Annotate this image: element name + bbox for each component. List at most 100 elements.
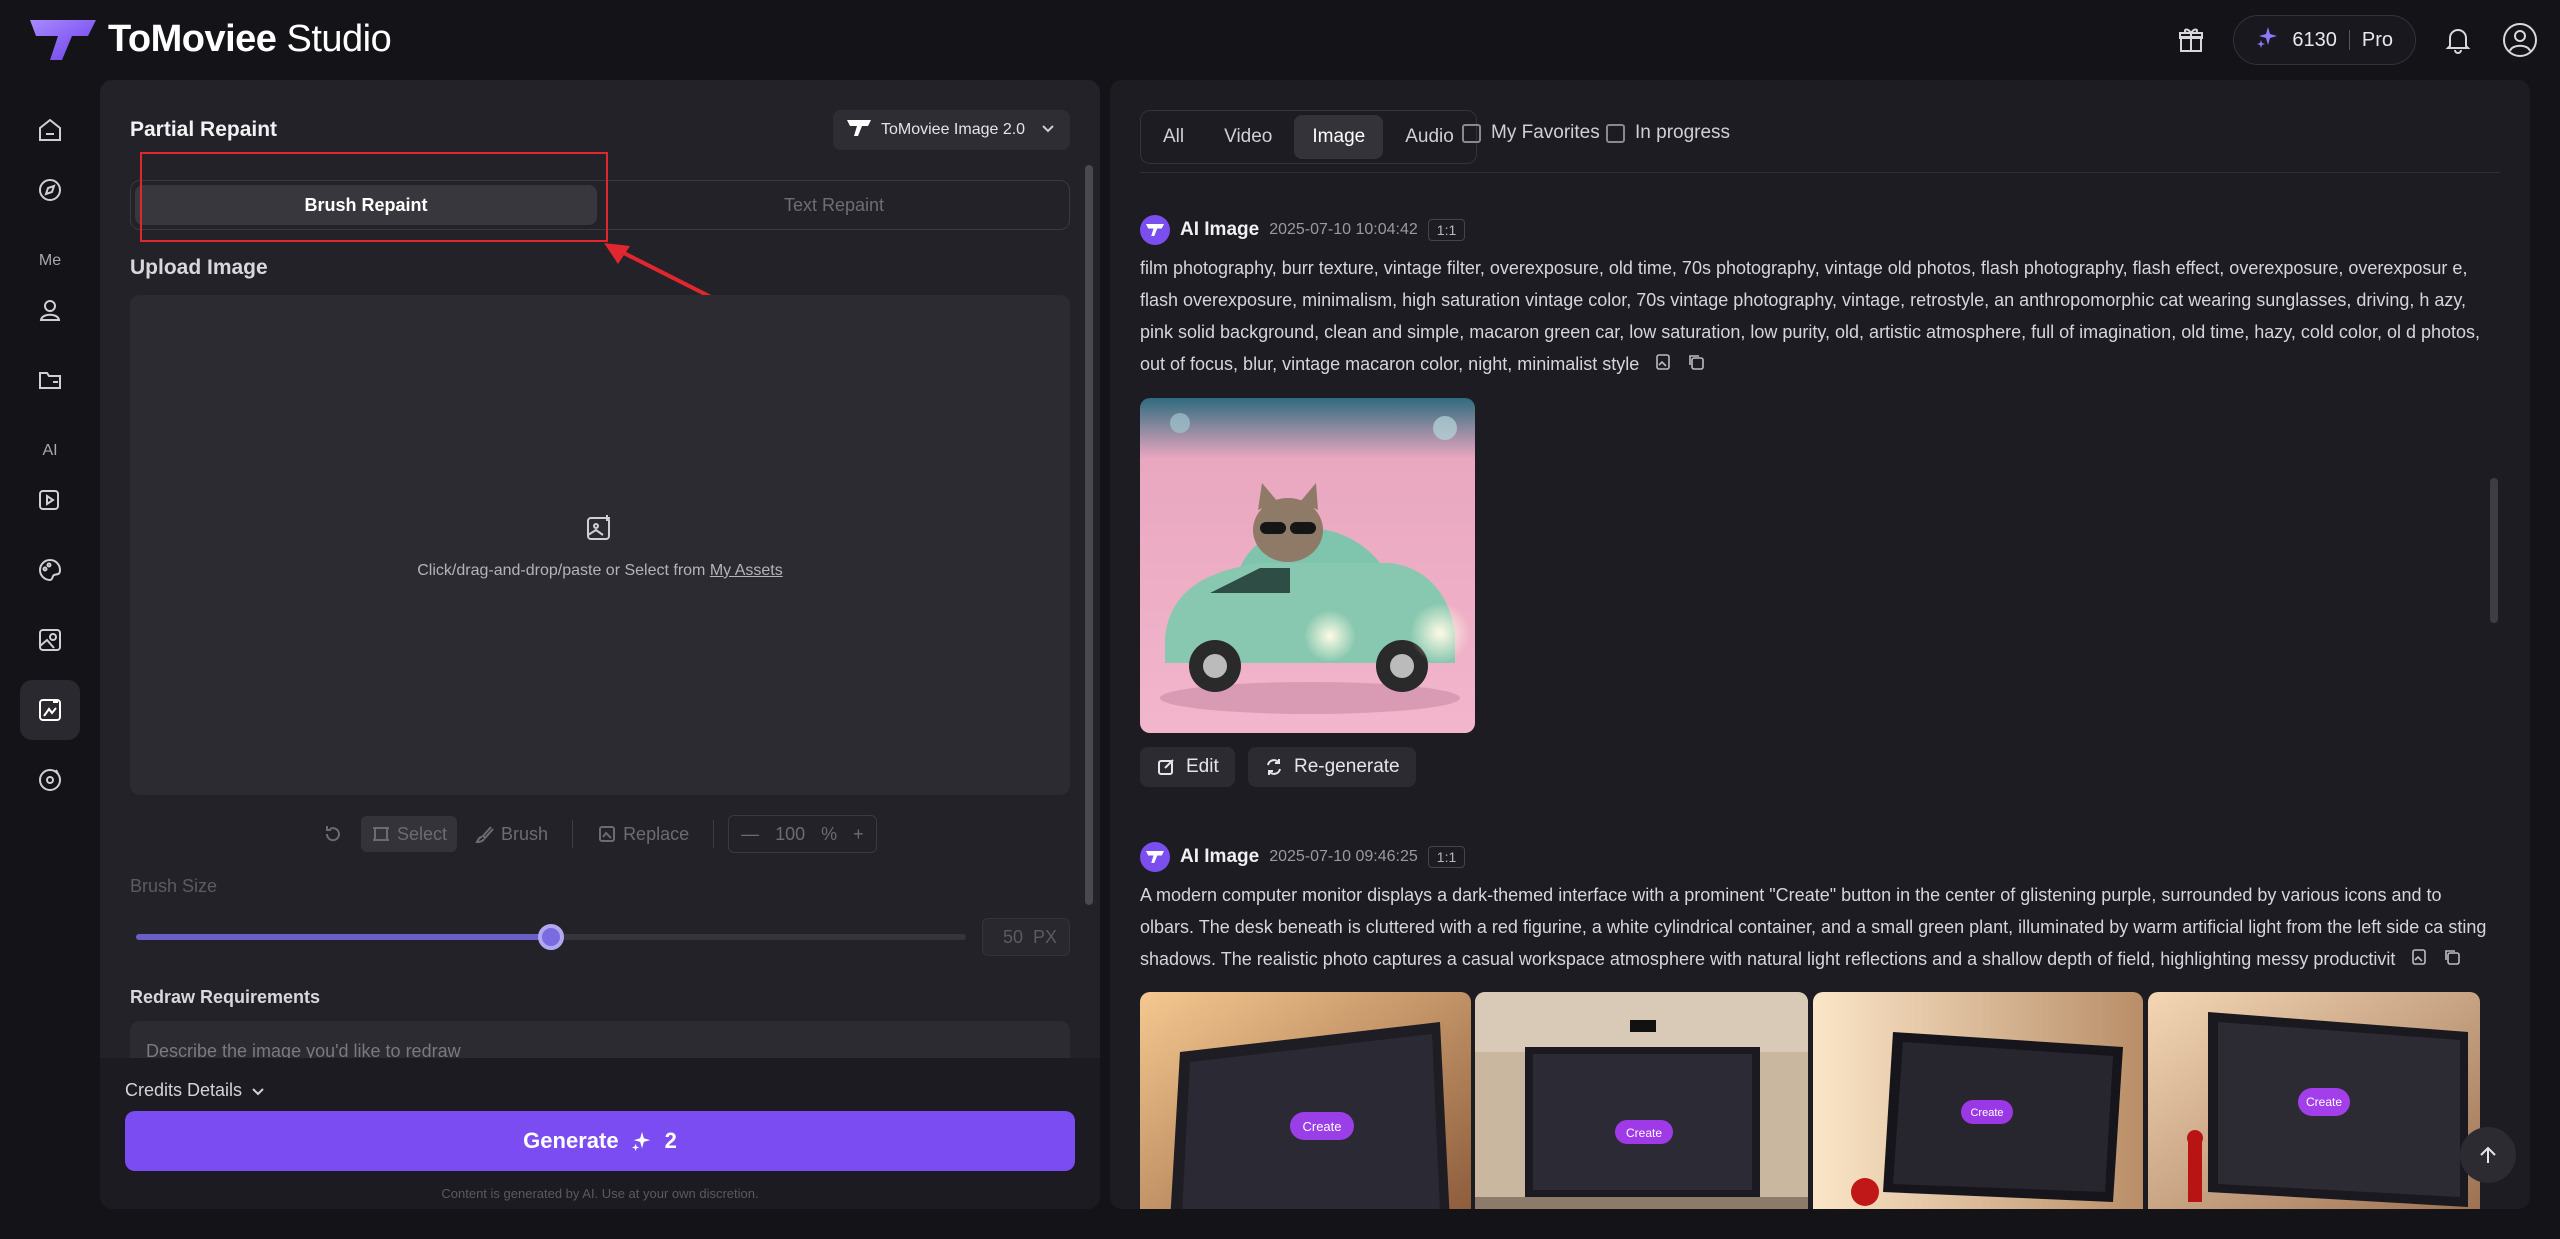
tab-video[interactable]: Video [1206,115,1290,159]
in-progress-checkbox[interactable]: In progress [1606,122,1730,144]
generated-image-monitor-2[interactable]: Create [1475,992,1808,1209]
model-name: ToMoviee Image 2.0 [881,121,1026,138]
generated-image-monitor-3[interactable]: Create [1813,992,2143,1209]
bell-icon[interactable] [2438,20,2478,60]
nav-profile-icon[interactable] [20,280,80,340]
app-name: ToMoviee Studio [108,17,392,60]
model-icon [847,119,871,141]
select-tool-button[interactable]: Select [361,816,458,852]
upload-image-label: Upload Image [130,256,268,279]
brush-size-label: Brush Size [130,876,218,896]
sparkle-icon [631,1131,650,1152]
add-image-icon [585,513,615,548]
zoom-in-icon[interactable]: + [853,824,864,845]
create-button-text: Create [1970,1107,2003,1119]
divider [1140,172,2500,173]
entry-timestamp: 2025-07-10 09:46:25 [1269,848,1418,865]
refresh-icon [1267,759,1281,775]
brush-size-slider[interactable] [136,924,966,950]
nav-video-icon[interactable] [20,470,80,530]
app-logo[interactable]: ToMoviee Studio [28,16,392,62]
credits-pill[interactable]: 6130 Pro [2233,15,2416,65]
copy-icon[interactable] [2443,944,2461,976]
nav-repaint-icon[interactable] [20,680,80,740]
brush-icon [475,826,494,844]
slider-thumb[interactable] [538,924,564,950]
nav-explore-icon[interactable] [20,160,80,220]
editor-toolbar: Select Brush Replace — 100 % + [313,815,877,853]
arrow-up-icon [2480,1146,2496,1163]
zoom-unit: % [821,823,838,844]
ai-disclaimer: Content is generated by AI. Use at your … [441,1186,759,1201]
panel-scrollbar[interactable] [1085,165,1093,905]
copy-icon[interactable] [1687,349,1705,381]
results-scrollbar[interactable] [2490,478,2498,623]
entry-type: AI Image [1180,219,1260,240]
favorites-checkbox[interactable]: My Favorites [1462,122,1600,144]
my-assets-link[interactable]: My Assets [710,562,783,579]
upload-dropzone[interactable]: Click/drag-and-drop/paste or Select from… [130,295,1070,795]
logo-icon [30,20,96,60]
tab-audio[interactable]: Audio [1387,115,1472,159]
user-avatar-icon[interactable] [2500,20,2540,60]
ai-image-icon [1140,215,1170,245]
create-button-text: Create [1626,1126,1662,1140]
results-panel: All Video Image Audio My Favorites In pr… [1110,80,2530,1209]
zoom-out-icon[interactable]: — [741,824,759,845]
slider-fill [136,934,551,940]
nav-section-me: Me [38,252,62,269]
brush-tool-button[interactable]: Brush [465,816,558,852]
nav-section-ai: AI [42,442,58,459]
nav-home-icon[interactable] [20,100,80,160]
create-button-text: Create [1302,1119,1341,1134]
plan-label: Pro [2361,28,2393,51]
panel-title: Partial Repaint [130,118,278,141]
credits-count: 6130 [2292,28,2337,51]
chevron-down-icon [252,1087,264,1095]
edit-button[interactable]: Edit [1140,747,1235,787]
create-button-text: Create [2306,1095,2342,1109]
select-icon [373,827,389,841]
nav-image-gen-icon[interactable] [20,610,80,670]
credits-details-toggle[interactable]: Credits Details [125,1080,266,1101]
replace-icon [599,826,616,842]
nav-palette-icon[interactable] [20,540,80,600]
media-filter-tabs: All Video Image Audio [1140,110,1477,164]
image-prompt-icon[interactable] [2410,944,2428,976]
partial-repaint-panel: Partial Repaint ToMoviee Image 2.0 Brush… [100,80,1100,1209]
brush-size-input[interactable]: 50 PX [982,918,1070,956]
scroll-to-top-button[interactable] [2460,1127,2516,1183]
image-prompt-icon[interactable] [1654,349,1672,381]
tab-text-repaint[interactable]: Text Repaint [603,185,1065,225]
generated-image-monitor-4[interactable]: Create [2148,992,2480,1209]
redraw-requirements-label: Redraw Requirements [130,987,321,1007]
generated-image-cat[interactable] [1140,398,1475,733]
generated-image-monitor-1[interactable]: Create [1140,992,1471,1209]
sparkle-icon [2256,25,2280,55]
replace-tool-button[interactable]: Replace [587,816,699,852]
nav-folder-icon[interactable] [20,350,80,410]
undo-icon[interactable] [313,816,353,852]
entry-header: AI Image 2025-07-10 09:46:25 1:1 [1140,842,1466,872]
gift-icon[interactable] [2171,20,2211,60]
zoom-value: 100 [775,823,806,844]
zoom-control: — 100 % + [728,815,877,853]
tab-all[interactable]: All [1145,115,1202,159]
entry-prompt: A modern computer monitor displays a dar… [1140,879,2500,976]
regenerate-button[interactable]: Re-generate [1248,747,1416,787]
aspect-ratio-badge: 1:1 [1427,846,1466,868]
aspect-ratio-badge: 1:1 [1427,219,1466,241]
annotation-highlight-box [140,152,608,242]
entry-type: AI Image [1180,846,1260,867]
model-select[interactable]: ToMoviee Image 2.0 [833,110,1070,150]
nav-audio-icon[interactable] [20,750,80,810]
chevron-down-icon [1040,120,1056,141]
edit-icon [1158,759,1174,775]
generate-button[interactable]: Generate 2 [125,1111,1075,1171]
entry-prompt: film photography, burr texture, vintage … [1140,252,2500,381]
ai-image-icon [1140,842,1170,872]
entry-timestamp: 2025-07-10 10:04:42 [1269,221,1418,238]
entry-header: AI Image 2025-07-10 10:04:42 1:1 [1140,215,1466,245]
panel-footer: Credits Details Generate 2 Content is ge… [100,1058,1100,1209]
tab-image[interactable]: Image [1294,115,1384,159]
